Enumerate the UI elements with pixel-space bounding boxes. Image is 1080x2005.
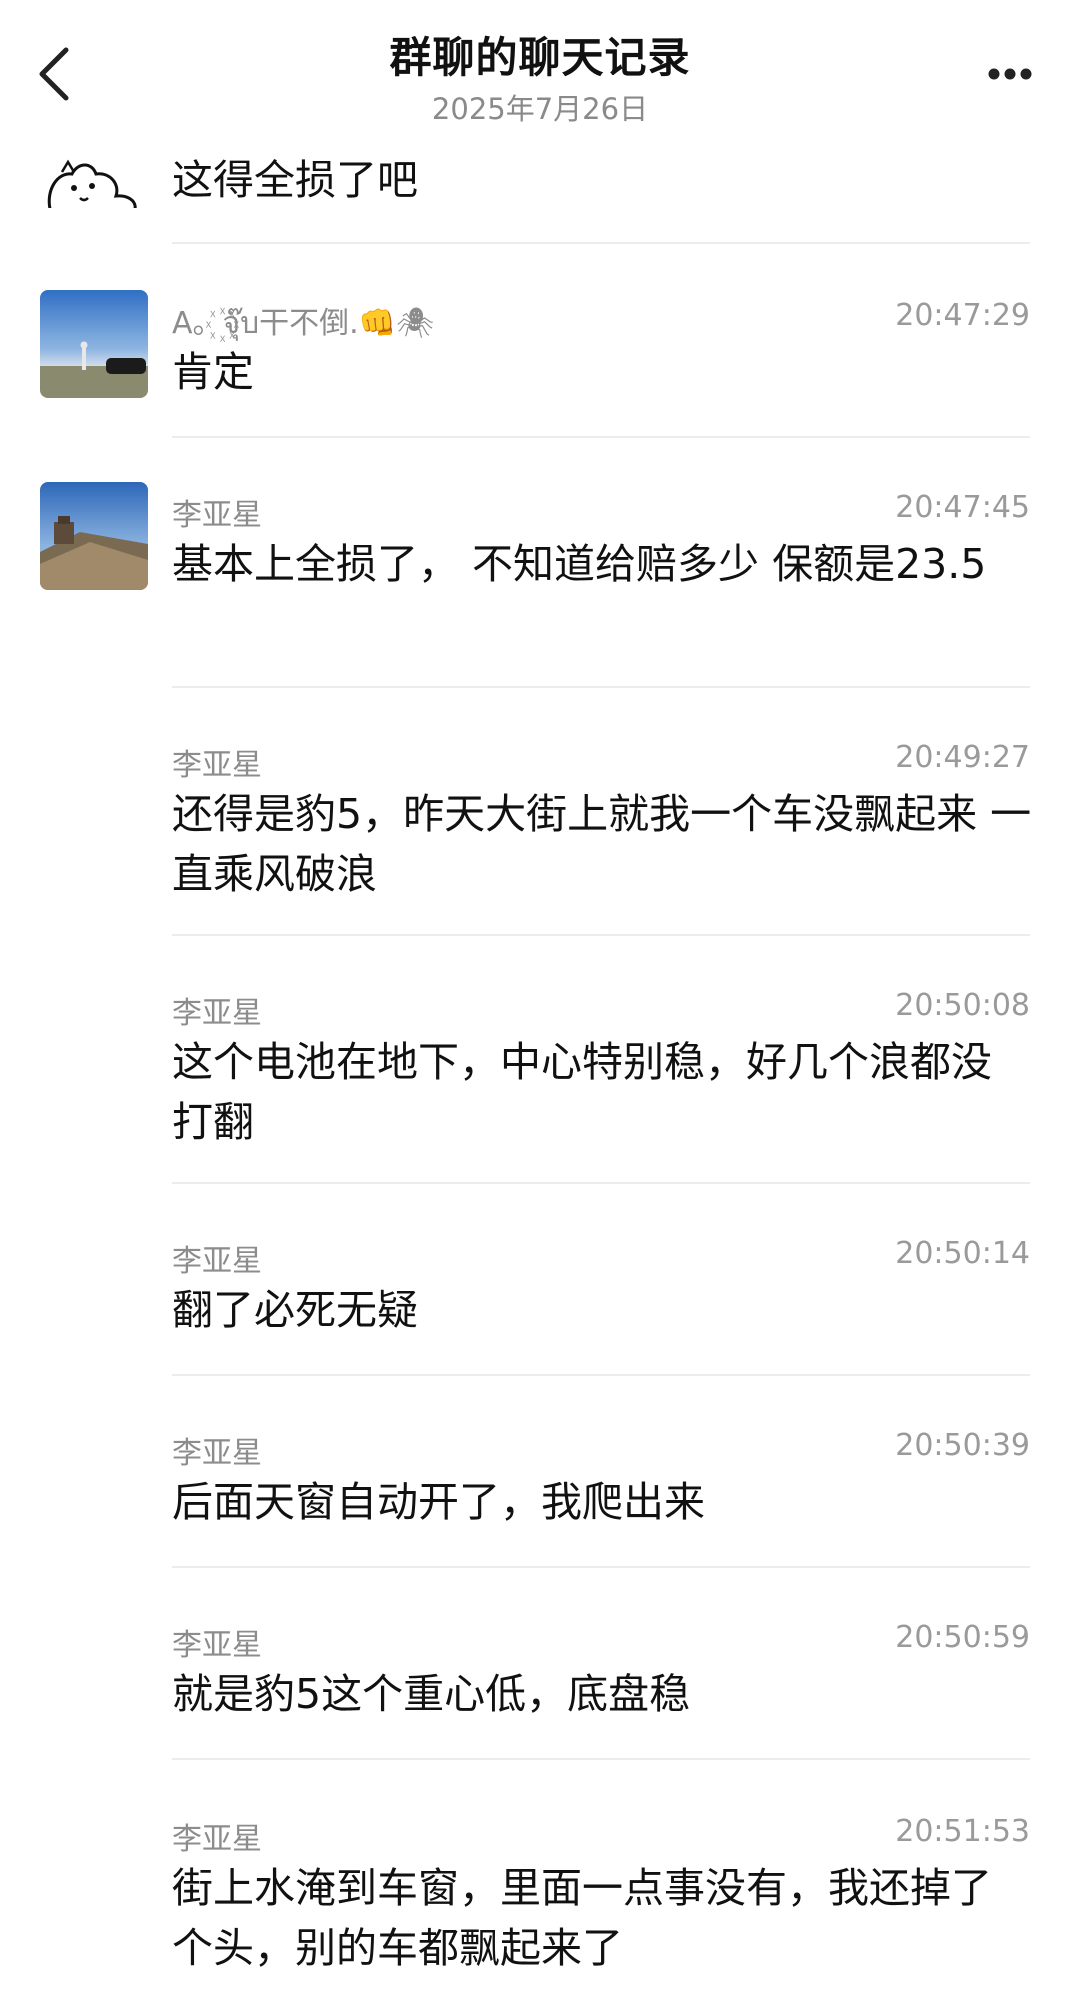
message-text: 就是豹5这个重心低，底盘稳 bbox=[172, 1670, 691, 1718]
message-time: 20:47:29 bbox=[895, 298, 1030, 333]
sender-name: 李亚星 bbox=[172, 996, 262, 1031]
sender-name: 李亚星 bbox=[172, 1244, 262, 1279]
divider bbox=[172, 242, 1030, 244]
landscape-photo-avatar-icon bbox=[40, 290, 148, 398]
divider bbox=[172, 436, 1030, 438]
message-time: 20:47:45 bbox=[895, 490, 1030, 525]
message-time: 20:50:08 bbox=[895, 988, 1030, 1023]
divider bbox=[172, 1374, 1030, 1376]
avatar[interactable] bbox=[40, 136, 148, 208]
message-item[interactable]: 这得全损了吧 bbox=[0, 128, 1080, 248]
sender-name: 李亚星 bbox=[172, 498, 262, 533]
chat-date: 2025年7月26日 bbox=[431, 92, 649, 126]
message-text: 后面天窗自动开了，我爬出来 bbox=[172, 1478, 705, 1526]
message-time: 20:50:59 bbox=[895, 1620, 1030, 1655]
message-text: 还得是豹5，昨天大街上就我一个车没飘起来 一直乘风破浪 bbox=[172, 790, 1032, 898]
message-time: 20:50:39 bbox=[895, 1428, 1030, 1463]
divider bbox=[172, 1182, 1030, 1184]
cat-sketch-avatar-icon bbox=[40, 154, 148, 208]
great-wall-photo-avatar-icon bbox=[40, 482, 148, 590]
message-time: 20:49:27 bbox=[895, 740, 1030, 775]
sender-name: 李亚星 bbox=[172, 1436, 262, 1471]
more-dots-icon bbox=[988, 68, 1032, 80]
sender-name: 李亚星 bbox=[172, 1822, 262, 1857]
divider bbox=[172, 1566, 1030, 1568]
page-title: 群聊的聊天记录 bbox=[389, 33, 691, 82]
top-bar: 群聊的聊天记录 2025年7月26日 bbox=[0, 0, 1080, 140]
message-text: 这得全损了吧 bbox=[172, 156, 418, 204]
chat-history-page: 群聊的聊天记录 2025年7月26日 这得全损了吧 A。꙰จุ๊บ干不倒.👊🕷 … bbox=[0, 0, 1080, 2005]
more-button[interactable] bbox=[970, 46, 1050, 102]
message-text: 这个电池在地下，中心特别稳，好几个浪都没打翻 bbox=[172, 1038, 992, 1146]
message-text: 肯定 bbox=[172, 348, 254, 396]
message-text: 街上水淹到车窗，里面一点事没有，我还掉了个头，别的车都飘起来了 bbox=[172, 1864, 992, 1972]
divider bbox=[172, 686, 1030, 688]
avatar[interactable] bbox=[40, 290, 148, 398]
message-time: 20:51:53 bbox=[895, 1814, 1030, 1849]
divider bbox=[172, 934, 1030, 936]
message-text: 翻了必死无疑 bbox=[172, 1286, 418, 1334]
message-text: 基本上全损了， 不知道给赔多少 保额是23.5 bbox=[172, 540, 987, 588]
message-time: 20:50:14 bbox=[895, 1236, 1030, 1271]
avatar[interactable] bbox=[40, 482, 148, 590]
sender-name: 李亚星 bbox=[172, 1628, 262, 1663]
sender-name: A。꙰จุ๊บ干不倒.👊🕷 bbox=[172, 306, 435, 341]
sender-name: 李亚星 bbox=[172, 748, 262, 783]
divider bbox=[172, 1758, 1030, 1760]
